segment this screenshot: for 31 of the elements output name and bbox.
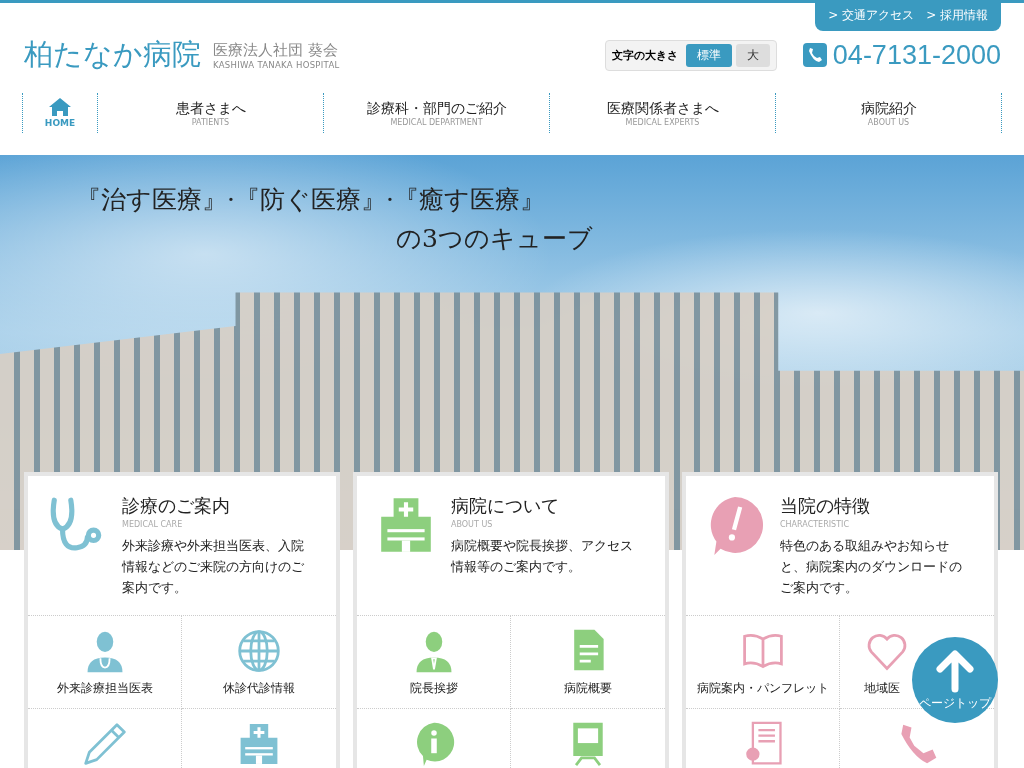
card-subtitle: CHARACTERISTIC: [780, 520, 850, 529]
nav-item[interactable]: 病院紹介 ABOUT US: [776, 93, 1002, 133]
globe-icon: [236, 628, 282, 674]
card-description: 病院概要や院長挨拶、アクセス情報等のご案内です。: [451, 537, 633, 576]
card-subtitle: ABOUT US: [451, 520, 494, 529]
nav-item[interactable]: 診療科・部門のご紹介 MEDICAL DEPARTMENT: [324, 93, 550, 133]
card-link[interactable]: 休診代診情報: [223, 628, 295, 697]
card-link[interactable]: 病院案内・パンフレット: [696, 628, 829, 697]
up-arrow-icon: [936, 648, 974, 693]
card-subtitle: MEDICAL CARE: [122, 520, 184, 529]
card-link[interactable]: 病院概要: [564, 628, 612, 697]
font-size-button[interactable]: 大: [735, 43, 770, 67]
card-icon-link[interactable]: [81, 721, 128, 767]
font-size-label: 文字の大きさ: [611, 47, 678, 63]
nav-item[interactable]: 患者さまへ PATIENTS: [98, 93, 324, 133]
card-title[interactable]: 診療のご案内: [122, 494, 304, 518]
nav-item[interactable]: 医療関係者さまへ MEDICAL EXPERTS: [550, 93, 776, 133]
phone-icon: [802, 43, 827, 67]
house-icon: [49, 98, 71, 116]
card-title[interactable]: 病院について: [451, 494, 633, 518]
card-description: 特色のある取組みやお知らせと、病院案内のダウンロードのご案内です。: [780, 537, 962, 597]
card-link[interactable]: 外来診療担当医表: [56, 628, 153, 697]
card-link[interactable]: 院長挨拶: [409, 628, 458, 697]
card-link[interactable]: 地域医: [864, 628, 910, 697]
card-title[interactable]: 当院の特徴: [780, 494, 962, 518]
banner-subheading: の3つのキューブ: [396, 223, 593, 255]
banner-heading: 『治す医療』·『防ぐ医療』·『癒す医療』: [76, 184, 546, 216]
organization-name: 医療法人社団 葵会: [213, 40, 339, 60]
organization-name-english: KASHIWA TANAKA HOSPITAL: [213, 59, 340, 70]
card-description: 外来診療や外来担当医表、入院情報などのご来院の方向けのご案内です。: [122, 537, 304, 597]
pencil-icon: [81, 721, 128, 767]
